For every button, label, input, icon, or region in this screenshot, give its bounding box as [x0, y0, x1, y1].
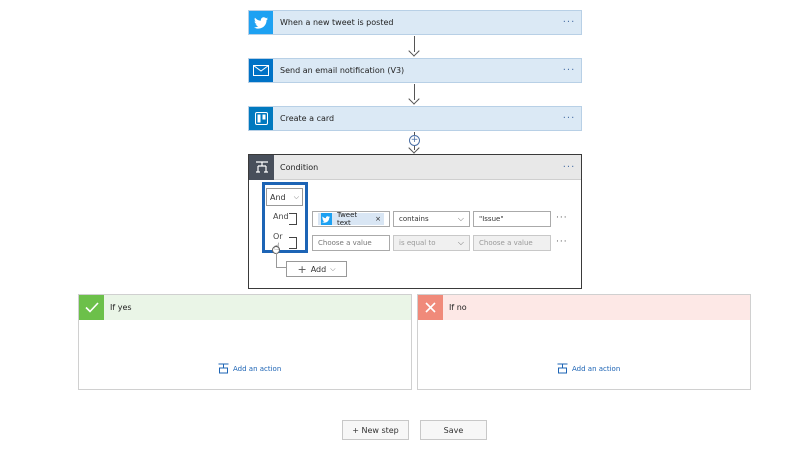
dynamic-content-token[interactable]: Tweet text ×: [318, 211, 384, 227]
arrow-down-icon: [408, 45, 420, 57]
checkmark-icon: [79, 295, 104, 320]
condition-value-input[interactable]: Choose a value: [473, 235, 551, 251]
bracket-line: [289, 237, 297, 249]
condition-left-operand[interactable]: Choose a value: [312, 235, 390, 251]
new-step-button[interactable]: + New step: [342, 420, 409, 440]
tree-line: [276, 253, 277, 267]
branch-title: If no: [449, 303, 467, 312]
condition-icon: [249, 154, 274, 180]
trigger-card-new-tweet[interactable]: When a new tweet is posted ···: [248, 10, 582, 35]
step-title: When a new tweet is posted: [280, 18, 394, 27]
arrow-down-icon: [408, 93, 420, 105]
close-x-icon: [418, 295, 443, 320]
row-more-options-icon[interactable]: ···: [556, 237, 568, 247]
more-options-button[interactable]: ···: [557, 162, 581, 173]
more-options-button[interactable]: ···: [557, 65, 581, 76]
condition-value-input[interactable]: "Issue": [473, 211, 551, 227]
group-operator-select[interactable]: And ⌵: [266, 188, 303, 206]
add-row-button[interactable]: + Add ⌵: [286, 261, 347, 277]
placeholder-text: Choose a value: [318, 239, 372, 247]
add-label: Add: [310, 264, 327, 274]
step-title: Create a card: [280, 114, 335, 123]
dropdown-option-and[interactable]: And: [273, 212, 289, 221]
add-action-label: Add an action: [572, 364, 621, 373]
save-button[interactable]: Save: [420, 420, 487, 440]
chevron-down-icon: ⌵: [457, 238, 464, 247]
operator-select[interactable]: contains ⌵: [393, 211, 470, 227]
mouse-pointer-icon: ☝: [274, 242, 281, 253]
branch-title: If yes: [110, 303, 132, 312]
more-options-button[interactable]: ···: [557, 17, 581, 28]
action-card-create-card[interactable]: Create a card ···: [248, 106, 582, 131]
if-yes-header[interactable]: If yes: [79, 295, 411, 320]
action-card-send-email[interactable]: Send an email notification (V3) ···: [248, 58, 582, 83]
value-text: "Issue": [479, 215, 504, 223]
row-more-options-icon[interactable]: ···: [556, 213, 568, 223]
if-no-branch: If no Add an action: [417, 294, 751, 390]
token-label: Tweet text: [336, 211, 358, 227]
remove-token-icon[interactable]: ×: [375, 215, 381, 223]
if-no-header[interactable]: If no: [418, 295, 750, 320]
add-action-button[interactable]: Add an action: [557, 363, 620, 374]
chevron-down-icon: ⌵: [330, 264, 336, 273]
twitter-bird-icon: [321, 213, 332, 225]
add-action-icon: [557, 363, 568, 374]
selected-operator: And: [270, 192, 286, 202]
bracket-line: [289, 213, 297, 225]
chevron-down-icon: ⌵: [293, 192, 299, 201]
operator-value: is equal to: [399, 239, 436, 247]
dropdown-option-or[interactable]: Or: [273, 232, 283, 241]
operator-value: contains: [399, 215, 429, 223]
add-action-button[interactable]: Add an action: [218, 363, 281, 374]
condition-header[interactable]: Condition ···: [249, 154, 581, 180]
add-action-icon: [218, 363, 229, 374]
operator-select[interactable]: is equal to ⌵: [393, 235, 470, 251]
tree-line: [276, 267, 286, 268]
condition-title: Condition: [280, 162, 319, 172]
step-title: Send an email notification (V3): [280, 66, 405, 75]
placeholder-text: Choose a value: [479, 239, 533, 247]
more-options-button[interactable]: ···: [557, 113, 581, 124]
if-yes-branch: If yes Add an action: [78, 294, 412, 390]
condition-left-operand[interactable]: Tweet text ×: [312, 211, 390, 227]
plus-icon: +: [297, 262, 307, 276]
add-action-label: Add an action: [233, 364, 282, 373]
chevron-down-icon: ⌵: [457, 214, 464, 223]
trello-icon: [249, 107, 273, 130]
twitter-bird-icon: [249, 11, 273, 34]
mail-envelope-icon: [249, 59, 273, 82]
